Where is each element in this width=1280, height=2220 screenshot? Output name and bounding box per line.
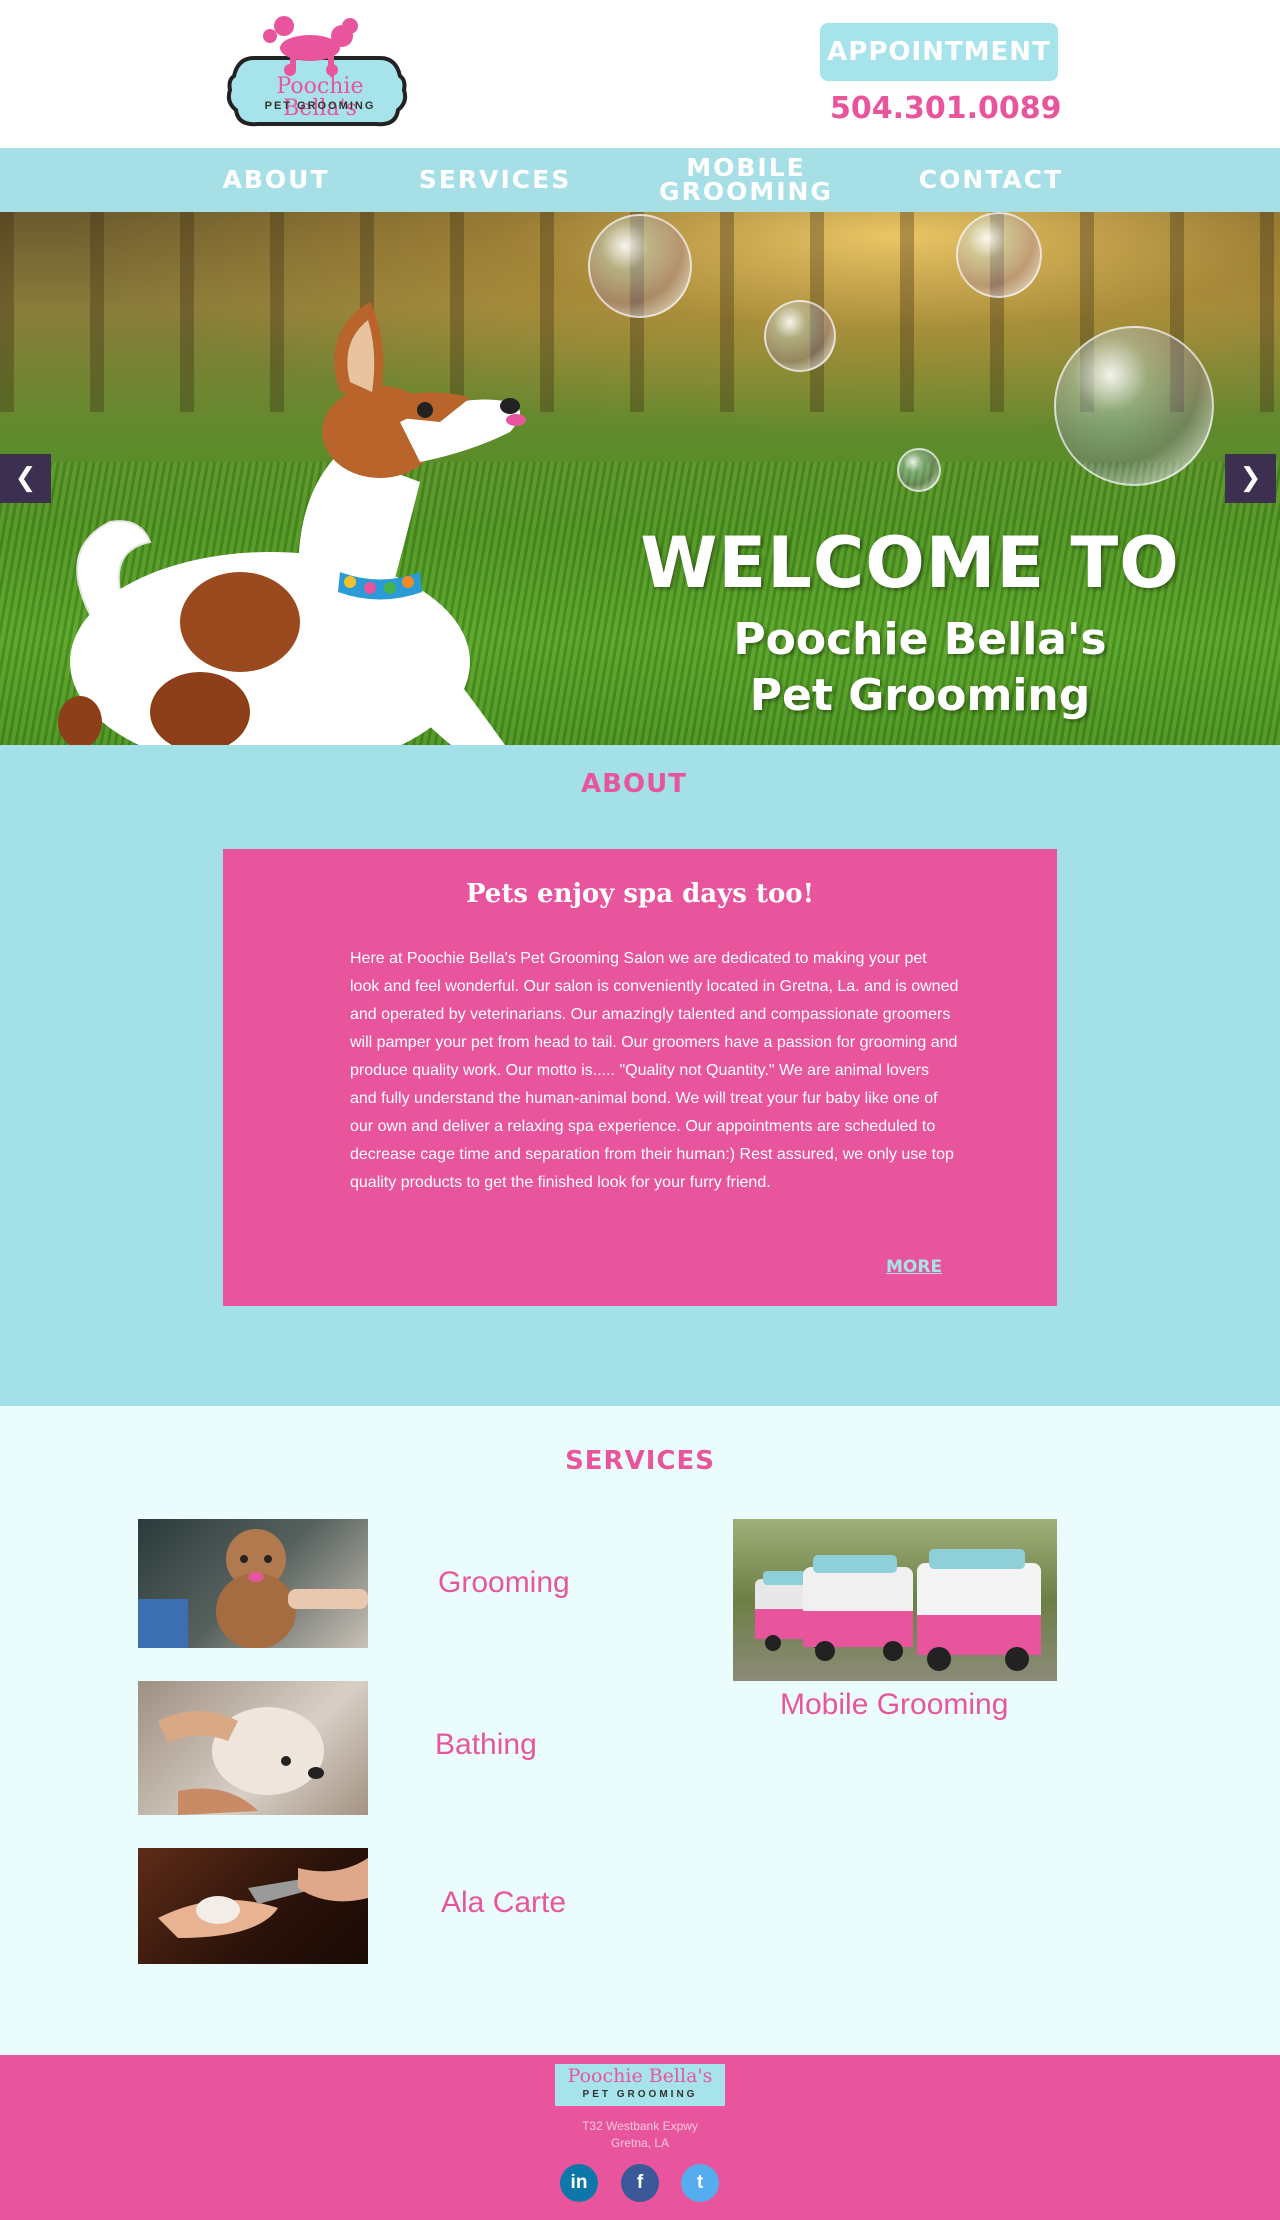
hero-dog-image [58, 302, 526, 745]
hero-subtitle: Poochie Bella's Pet Grooming [680, 612, 1160, 724]
hero-title: WELCOME TO [640, 522, 1180, 604]
facebook-icon[interactable]: f [621, 2164, 659, 2202]
services-section: SERVICES Grooming Bathing Ala Carte Mobi… [0, 1406, 1280, 2055]
about-heading: Pets enjoy spa days too! [465, 879, 815, 909]
about-card: Pets enjoy spa days too! Here at Poochie… [223, 849, 1057, 1306]
nav-item-services[interactable]: SERVICES [414, 148, 576, 212]
bathing-image[interactable] [138, 1681, 368, 1815]
footer-logo-name: Poochie Bella's [567, 2065, 713, 2087]
about-section-title: ABOUT [581, 769, 687, 799]
about-body-text: Here at Poochie Bella's Pet Grooming Sal… [350, 950, 959, 1191]
bubble-decoration [956, 212, 1042, 298]
ala-carte-image[interactable] [138, 1848, 368, 1964]
logo-tagline: PET GROOMING [264, 100, 376, 112]
hero-subtitle-line1: Poochie Bella's [733, 614, 1107, 665]
bubble-decoration [1054, 326, 1214, 486]
nail-trim-photo [158, 1858, 368, 1938]
slider-prev-button[interactable]: ❮ [0, 454, 51, 503]
slider-next-button[interactable]: ❯ [1225, 454, 1276, 503]
service-link-grooming[interactable]: Grooming [438, 1566, 570, 1600]
footer-logo[interactable]: Poochie Bella's PET GROOMING [555, 2064, 725, 2106]
twitter-icon[interactable]: t [681, 2164, 719, 2202]
nav-item-mobile-grooming[interactable]: MOBILE GROOMING [650, 148, 842, 212]
grooming-image[interactable] [138, 1519, 368, 1648]
service-link-mobile-grooming[interactable]: Mobile Grooming [780, 1688, 1008, 1722]
site-footer: Poochie Bella's PET GROOMING T32 Westban… [0, 2055, 1280, 2220]
main-nav: ABOUT SERVICES MOBILE GROOMING CONTACT [0, 148, 1280, 212]
chevron-right-icon: ❯ [1239, 463, 1262, 493]
nav-item-about[interactable]: ABOUT [216, 148, 336, 212]
appointment-button[interactable]: APPOINTMENT [820, 23, 1058, 81]
more-link[interactable]: MORE [886, 1257, 942, 1277]
groomed-poodle-photo [138, 1529, 368, 1648]
logo-name: Poochie Bella's [276, 74, 364, 121]
mobile-grooming-image[interactable] [733, 1519, 1057, 1681]
site-header: Poochie Bella's PET GROOMING APPOINTMENT… [0, 0, 1280, 148]
linkedin-icon[interactable]: in [560, 2164, 598, 2202]
footer-logo-tagline: PET GROOMING [582, 2089, 698, 2100]
site-logo[interactable]: Poochie Bella's PET GROOMING [224, 6, 410, 132]
footer-address-line2: Gretna, LA [610, 2136, 670, 2150]
service-link-bathing[interactable]: Bathing [435, 1728, 537, 1762]
service-link-ala-carte[interactable]: Ala Carte [441, 1886, 566, 1920]
bubble-decoration [764, 300, 836, 372]
footer-address-line1: T32 Westbank Expwy [582, 2119, 698, 2133]
services-section-title: SERVICES [565, 1446, 715, 1476]
about-section: ABOUT Pets enjoy spa days too! Here at P… [0, 745, 1280, 1406]
bubble-decoration [897, 448, 941, 492]
bathing-dog-photo [158, 1707, 324, 1815]
hero-subtitle-line2: Pet Grooming [749, 670, 1091, 721]
phone-number-text: 504.301.0089 [830, 90, 1062, 126]
phone-number-link[interactable]: 504.301.0089 [818, 86, 1062, 130]
bubble-decoration [588, 214, 692, 318]
chevron-left-icon: ❮ [14, 463, 37, 493]
grooming-vans-photo [755, 1549, 1041, 1671]
nav-item-contact[interactable]: CONTACT [910, 148, 1072, 212]
